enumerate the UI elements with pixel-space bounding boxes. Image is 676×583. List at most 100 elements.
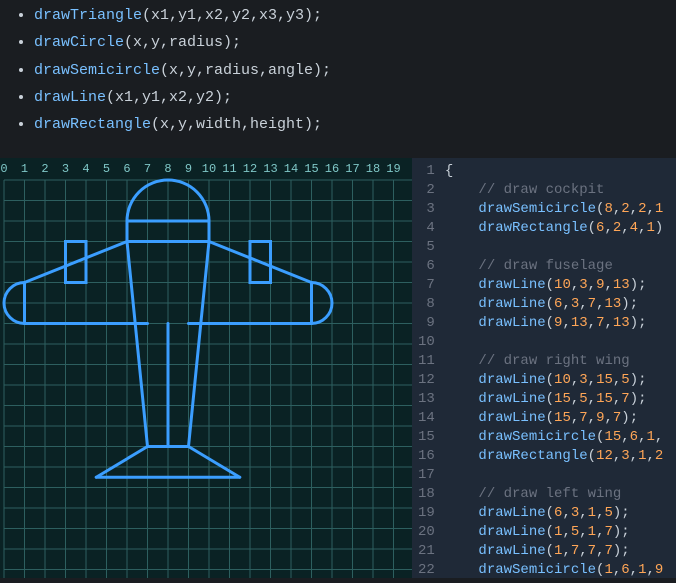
code-line[interactable]: drawLine(15,7,9,7); <box>445 409 663 428</box>
line-number: 20 <box>418 523 435 542</box>
code-line[interactable]: drawLine(1,5,1,7); <box>445 523 663 542</box>
code-line[interactable]: drawSemicircle(8,2,2,1 <box>445 200 663 219</box>
line-number: 18 <box>418 485 435 504</box>
ruler-label: 2 <box>41 162 48 176</box>
token-comment: // draw cockpit <box>478 182 604 198</box>
line-number: 1 <box>418 162 435 181</box>
ruler-label: 7 <box>144 162 151 176</box>
token-punct: , <box>604 220 612 236</box>
token-punct: , <box>588 372 596 388</box>
token-punct: , <box>562 315 570 331</box>
token-num: 13 <box>604 296 621 312</box>
code-line[interactable]: drawSemicircle(15,6,1, <box>445 428 663 447</box>
line-number: 8 <box>418 295 435 314</box>
token-comment: // draw right wing <box>478 353 629 369</box>
code-editor[interactable]: 12345678910111213141516171819202122 { //… <box>412 158 676 578</box>
token-punct: ( <box>546 391 554 407</box>
api-args: (x1,y1,x2,y2); <box>106 89 232 106</box>
api-args: (x,y,radius,angle); <box>160 62 331 79</box>
ruler-label: 17 <box>345 162 359 176</box>
line-number: 10 <box>418 333 435 352</box>
token-punct: , <box>630 201 638 217</box>
token-punct: , <box>579 505 587 521</box>
token-punct: , <box>621 429 629 445</box>
code-line[interactable]: drawSemicircle(1,6,1,9 <box>445 561 663 578</box>
code-line[interactable]: drawLine(15,5,15,7); <box>445 390 663 409</box>
api-item: drawSemicircle(x,y,radius,angle); <box>34 59 664 82</box>
token-fn: drawSemicircle <box>478 562 596 578</box>
api-reference: drawTriangle(x1,y1,x2,y2,x3,y3); drawCirc… <box>0 4 676 158</box>
code-line[interactable]: { <box>445 162 663 181</box>
code-line[interactable] <box>445 466 663 485</box>
token-punct: , <box>630 448 638 464</box>
token-fn: drawLine <box>478 505 545 521</box>
token-num: 10 <box>554 277 571 293</box>
token-fn: drawLine <box>478 543 545 559</box>
token-num: 5 <box>571 524 579 540</box>
ruler-label: 10 <box>202 162 216 176</box>
token-fn: drawLine <box>478 410 545 426</box>
token-num: 13 <box>571 315 588 331</box>
line-number: 6 <box>418 257 435 276</box>
token-punct: ); <box>613 524 630 540</box>
line-number: 7 <box>418 276 435 295</box>
code-line[interactable]: drawLine(1,7,7,7); <box>445 542 663 561</box>
line-number: 17 <box>418 466 435 485</box>
line-gutter: 12345678910111213141516171819202122 <box>412 158 445 578</box>
token-num: 3 <box>571 505 579 521</box>
token-fn: drawSemicircle <box>478 429 596 445</box>
api-fn-name: drawCircle <box>34 34 124 51</box>
ruler-label: 15 <box>304 162 318 176</box>
token-punct: , <box>588 315 596 331</box>
token-punct: , <box>571 391 579 407</box>
code-line[interactable]: drawLine(10,3,15,5); <box>445 371 663 390</box>
token-punct: , <box>579 296 587 312</box>
code-line[interactable]: drawLine(6,3,1,5); <box>445 504 663 523</box>
token-num: 7 <box>588 543 596 559</box>
ruler-label: 3 <box>62 162 69 176</box>
token-fn: drawLine <box>478 524 545 540</box>
ruler-label: 5 <box>103 162 110 176</box>
code-line[interactable]: // draw fuselage <box>445 257 663 276</box>
drawing-canvas[interactable]: 012345678910111213141516171819 <box>0 158 412 578</box>
token-num: 7 <box>621 391 629 407</box>
token-num: 3 <box>579 277 587 293</box>
code-line[interactable] <box>445 238 663 257</box>
token-num: 7 <box>579 410 587 426</box>
code-line[interactable]: drawLine(10,3,9,13); <box>445 276 663 295</box>
token-num: 1 <box>588 505 596 521</box>
api-fn-name: drawTriangle <box>34 7 142 24</box>
line-number: 4 <box>418 219 435 238</box>
api-item: drawCircle(x,y,radius); <box>34 31 664 54</box>
token-punct: , <box>613 201 621 217</box>
token-fn: drawLine <box>478 296 545 312</box>
workspace: 012345678910111213141516171819 123456789… <box>0 158 676 578</box>
token-fn: drawRectangle <box>478 220 587 236</box>
token-punct: ); <box>630 315 647 331</box>
line-number: 2 <box>418 181 435 200</box>
api-fn-name: drawSemicircle <box>34 62 160 79</box>
code-line[interactable]: drawRectangle(12,3,1,2 <box>445 447 663 466</box>
token-brace: { <box>445 163 453 179</box>
token-fn: drawLine <box>478 391 545 407</box>
token-num: 5 <box>579 391 587 407</box>
code-line[interactable] <box>445 333 663 352</box>
token-num: 1 <box>588 524 596 540</box>
ruler-label: 14 <box>284 162 298 176</box>
ruler-label: 1 <box>21 162 28 176</box>
api-item: drawTriangle(x1,y1,x2,y2,x3,y3); <box>34 4 664 27</box>
code-line[interactable]: // draw right wing <box>445 352 663 371</box>
code-body[interactable]: { // draw cockpit drawSemicircle(8,2,2,1… <box>445 158 663 578</box>
code-line[interactable]: drawRectangle(6,2,4,1) <box>445 219 663 238</box>
token-punct: , <box>604 277 612 293</box>
token-num: 12 <box>596 448 613 464</box>
code-line[interactable]: drawLine(6,3,7,13); <box>445 295 663 314</box>
token-num: 15 <box>554 410 571 426</box>
ruler-label: 13 <box>263 162 277 176</box>
token-punct: , <box>646 201 654 217</box>
code-line[interactable]: drawLine(9,13,7,13); <box>445 314 663 333</box>
token-punct: , <box>571 372 579 388</box>
line-number: 15 <box>418 428 435 447</box>
code-line[interactable]: // draw left wing <box>445 485 663 504</box>
code-line[interactable]: // draw cockpit <box>445 181 663 200</box>
